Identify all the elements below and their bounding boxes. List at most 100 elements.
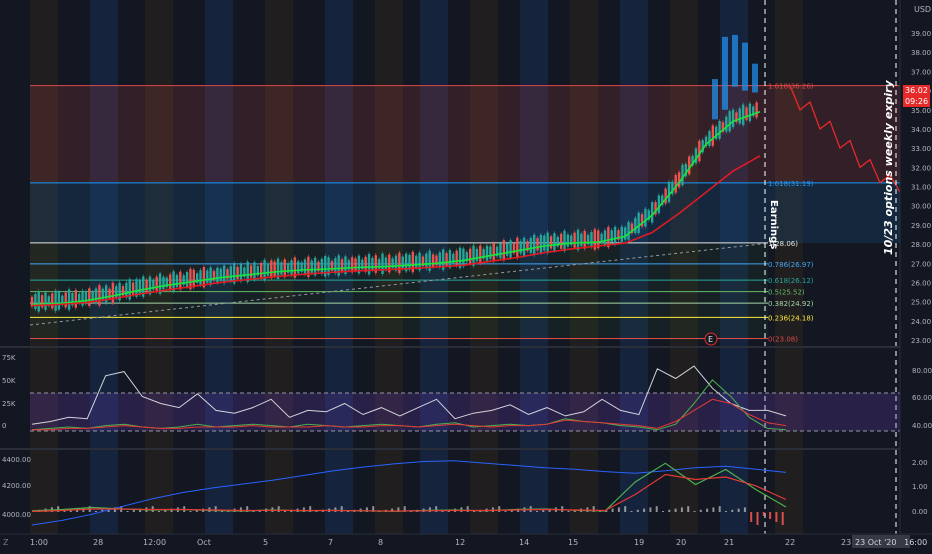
price-tick-label: 28.00 bbox=[911, 241, 931, 249]
candle-body bbox=[718, 121, 721, 139]
candle-body bbox=[448, 250, 452, 268]
candle-body bbox=[532, 234, 536, 256]
candle-body bbox=[745, 107, 748, 120]
macd-left-tick: 4400.00 bbox=[2, 456, 31, 464]
candle-body bbox=[613, 226, 617, 245]
candle-body bbox=[620, 226, 624, 242]
price-tick-label: 25.00 bbox=[911, 299, 931, 307]
candle-body bbox=[748, 103, 752, 122]
macd-histogram-bar bbox=[737, 508, 740, 512]
candle-body bbox=[408, 254, 411, 270]
candle-body bbox=[206, 270, 209, 283]
macd-histogram-bar bbox=[649, 507, 652, 512]
earnings-event-letter: E bbox=[708, 335, 713, 344]
candle-body bbox=[485, 245, 489, 261]
fib-zone-red bbox=[30, 86, 900, 182]
candle-body bbox=[664, 188, 667, 204]
time-tick-label: 15 bbox=[568, 538, 578, 547]
price-tick-label: 38.00 bbox=[911, 49, 931, 57]
candle-body bbox=[573, 232, 576, 248]
macd-histogram-bar bbox=[284, 511, 286, 512]
crosshair-date: 23 Oct '20 16:00 bbox=[855, 538, 927, 547]
macd-histogram-bar bbox=[674, 508, 677, 512]
candle-body bbox=[741, 104, 745, 125]
candle-body bbox=[185, 272, 189, 288]
candle-body bbox=[708, 131, 711, 147]
candle-body bbox=[101, 288, 104, 301]
candle-body bbox=[229, 266, 233, 282]
fib-level-label: 0.382(24.92) bbox=[768, 300, 814, 308]
candle-body bbox=[455, 250, 458, 266]
candle-body bbox=[559, 233, 563, 249]
candle-body bbox=[546, 232, 549, 253]
candle-body bbox=[131, 282, 135, 295]
candle-body bbox=[438, 252, 442, 268]
candle-body bbox=[522, 237, 526, 256]
candle-body bbox=[175, 274, 179, 288]
candle-body bbox=[168, 274, 172, 290]
candle-body bbox=[367, 254, 371, 275]
candle-body bbox=[677, 172, 681, 188]
candle-body bbox=[179, 271, 182, 290]
candle-body bbox=[219, 268, 222, 281]
macd-histogram-bar bbox=[334, 507, 337, 512]
candle-body bbox=[115, 286, 118, 299]
macd-histogram-bar bbox=[126, 511, 129, 512]
time-tick-label: 20 bbox=[676, 538, 686, 547]
time-tick-label: 22 bbox=[785, 538, 795, 547]
macd-histogram-bar bbox=[731, 509, 734, 512]
candle-body bbox=[34, 294, 37, 309]
candle-body bbox=[549, 236, 553, 249]
macd-histogram-bar bbox=[567, 511, 570, 512]
candle-body bbox=[283, 259, 286, 278]
candle-body bbox=[489, 246, 492, 259]
candle-body bbox=[539, 234, 543, 253]
price-tick-label: 35.00 bbox=[911, 107, 931, 115]
candle-body bbox=[667, 181, 671, 203]
oscillator-left-tick: 50K bbox=[2, 377, 16, 385]
candle-body bbox=[725, 116, 728, 132]
price-tick-label: 29.00 bbox=[911, 222, 931, 230]
macd-left-tick: 4000.00 bbox=[2, 511, 31, 519]
candle-body bbox=[259, 262, 263, 278]
candle-body bbox=[155, 276, 158, 292]
candle-body bbox=[509, 240, 512, 258]
candle-body bbox=[209, 267, 212, 286]
candle-body bbox=[320, 258, 324, 274]
candle-body bbox=[398, 252, 401, 274]
macd-histogram-bar bbox=[718, 506, 721, 512]
candle-body bbox=[125, 282, 128, 298]
macd-histogram-bar bbox=[63, 511, 66, 512]
macd-histogram-bar bbox=[756, 512, 759, 525]
candle-body bbox=[650, 202, 654, 223]
price-tick-label: 33.00 bbox=[911, 145, 931, 153]
candle-body bbox=[222, 265, 226, 284]
time-tick-label: 7 bbox=[328, 538, 333, 547]
candle-body bbox=[340, 259, 344, 272]
candle-body bbox=[334, 258, 337, 274]
candle-body bbox=[742, 42, 748, 91]
time-tick-label: 5 bbox=[263, 538, 268, 547]
candle-body bbox=[752, 63, 758, 93]
fib-level-label: 0.786(26.97) bbox=[768, 261, 814, 269]
chart-canvas[interactable]: 1.618(36.26)1.618(31.19)1(28.06)0.786(26… bbox=[0, 0, 932, 550]
macd-histogram-bar bbox=[277, 506, 280, 512]
oscillator-right-tick: 40.00 bbox=[912, 422, 932, 430]
macd-histogram-bar bbox=[561, 506, 564, 512]
earnings-label: Earnings bbox=[768, 200, 779, 249]
candle-body bbox=[623, 227, 627, 240]
trading-chart[interactable]: 1.618(36.26) 1.618(31.19) 1(28.06) 0.786(26… bbox=[0, 0, 932, 550]
macd-histogram-bar bbox=[536, 511, 538, 512]
time-tick-label: 12 bbox=[455, 538, 465, 547]
macd-histogram-bar bbox=[680, 507, 683, 512]
countdown-value: 09:26 bbox=[905, 97, 928, 106]
oscillator-right-tick: 80.00 bbox=[912, 367, 932, 375]
candle-body bbox=[192, 269, 195, 288]
candle-body bbox=[698, 140, 701, 162]
candle-body bbox=[475, 248, 479, 262]
expiry-label: 10/23 options weekly expiry bbox=[882, 80, 895, 255]
candle-body bbox=[57, 291, 61, 310]
fib-level-label: 1.618(31.19) bbox=[768, 180, 814, 188]
macd-histogram-bar bbox=[699, 509, 702, 512]
fib-level-label: 0.5(25.52) bbox=[768, 289, 805, 297]
